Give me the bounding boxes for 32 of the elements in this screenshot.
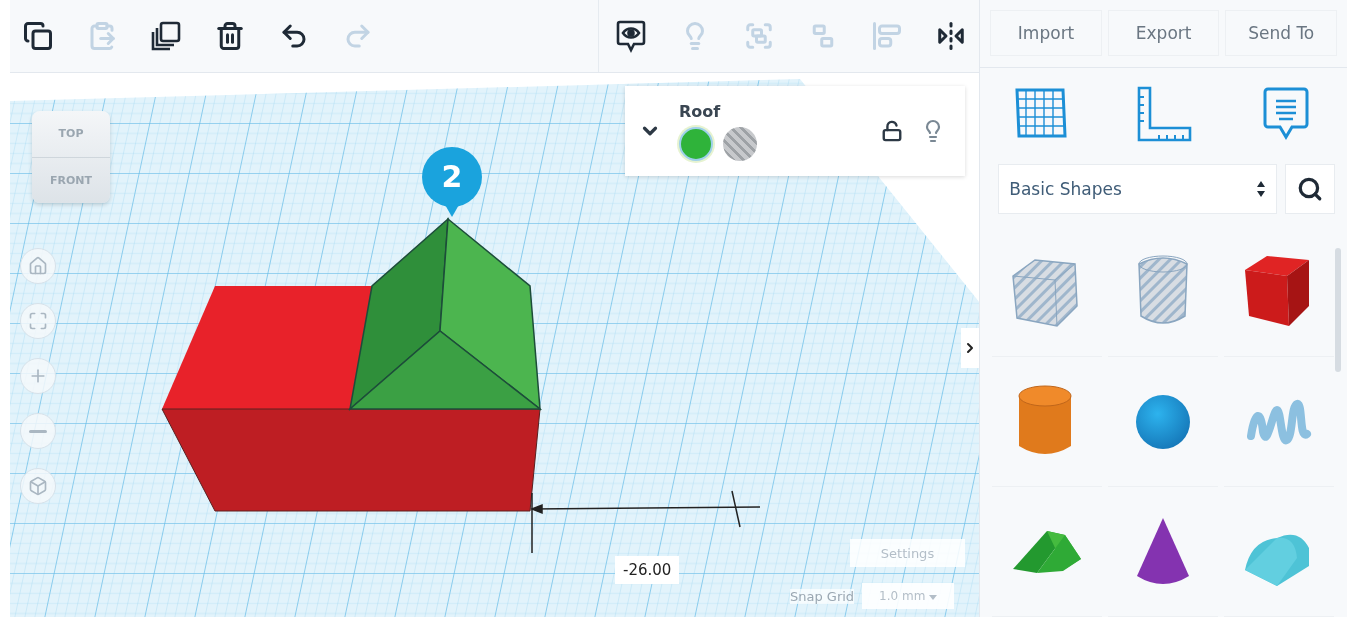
cube-icon bbox=[28, 476, 48, 496]
search-button[interactable] bbox=[1285, 163, 1335, 214]
eye-bubble-icon bbox=[615, 19, 648, 53]
fit-view-icon bbox=[28, 311, 48, 331]
panel-tool-button[interactable] bbox=[1262, 87, 1309, 142]
zoom-out-icon bbox=[29, 429, 47, 433]
scrollbar-thumb[interactable] bbox=[1335, 248, 1341, 372]
align-icon bbox=[872, 21, 903, 51]
search-icon bbox=[1297, 175, 1323, 202]
lock-button[interactable] bbox=[881, 120, 903, 142]
action-button[interactable]: Send To bbox=[1225, 10, 1337, 57]
cube-face-label: FRONT bbox=[48, 172, 93, 189]
group-icon bbox=[744, 21, 775, 51]
unlock-icon bbox=[881, 120, 903, 142]
cube-face-label: TOP bbox=[32, 111, 110, 158]
shape-library-dropdown[interactable]: Basic Shapes bbox=[998, 163, 1277, 214]
paste-icon bbox=[87, 21, 117, 51]
shape-name: Roof bbox=[679, 101, 722, 121]
note-bubble-icon bbox=[1262, 87, 1309, 142]
hole-swatch[interactable] bbox=[723, 126, 757, 161]
mirror-icon bbox=[936, 21, 967, 51]
dimension-value[interactable]: -26.00 bbox=[615, 556, 680, 584]
action-button[interactable]: Import bbox=[990, 10, 1102, 57]
stacked-squares-icon bbox=[150, 20, 182, 52]
panel-toggle-button[interactable] bbox=[961, 328, 980, 368]
caret-icon bbox=[929, 595, 938, 600]
solid-color-swatch[interactable] bbox=[679, 126, 713, 161]
home-icon bbox=[28, 256, 48, 276]
callout-badge: 2 bbox=[422, 147, 482, 219]
copy-icon bbox=[23, 21, 53, 51]
trash-icon bbox=[215, 21, 245, 51]
action-button[interactable]: Export bbox=[1107, 10, 1220, 57]
